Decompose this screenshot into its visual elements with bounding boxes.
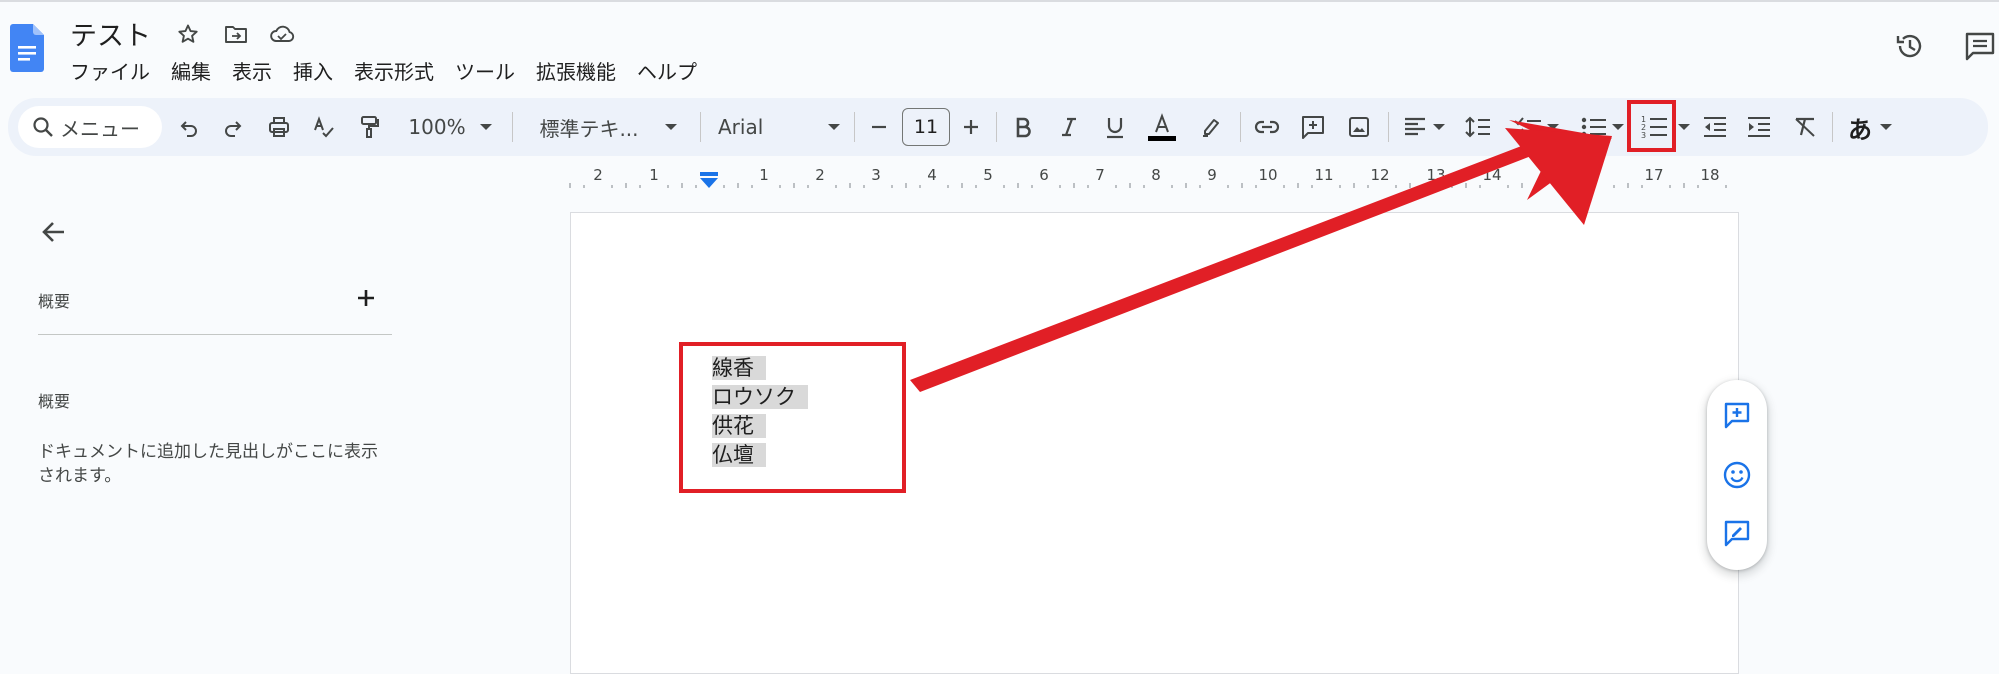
menu-file[interactable]: ファイル — [70, 56, 161, 85]
toolbar-divider — [854, 112, 855, 142]
outline-summary-heading: 概要 — [38, 292, 71, 311]
indent-marker-icon[interactable] — [699, 172, 719, 190]
line-spacing-icon[interactable] — [1460, 108, 1496, 146]
ruler-ticks — [569, 183, 1727, 188]
cloud-saved-icon[interactable] — [268, 20, 296, 48]
toolbar-divider — [1832, 112, 1833, 142]
panel-divider — [38, 334, 392, 335]
toolbar-divider — [700, 112, 701, 142]
input-tools-select[interactable]: あ — [1842, 108, 1898, 146]
italic-icon[interactable] — [1052, 108, 1086, 146]
menu-extensions[interactable]: 拡張機能 — [536, 56, 627, 85]
checklist-icon — [1514, 117, 1541, 137]
star-icon[interactable] — [174, 20, 202, 48]
insert-image-icon[interactable] — [1342, 108, 1376, 146]
input-mode-value: あ — [1848, 115, 1872, 144]
chevron-down-icon — [1547, 124, 1559, 130]
chevron-down-icon — [828, 124, 840, 130]
chevron-down-icon — [1678, 124, 1690, 130]
version-history-icon[interactable] — [1892, 28, 1928, 64]
chevron-down-icon — [1433, 124, 1445, 130]
search-menus-input[interactable]: メニュー — [18, 106, 162, 148]
spellcheck-icon[interactable] — [306, 108, 340, 146]
font-size-input[interactable]: 11 — [902, 108, 950, 146]
menu-bar: ファイル 編集 表示 挿入 表示形式 ツール 拡張機能 ヘルプ — [70, 56, 718, 85]
add-comment-fab-icon[interactable] — [1720, 398, 1754, 432]
outline-help-text: ドキュメントに追加した見出しがここに表示されます。 — [38, 442, 378, 486]
align-left-icon — [1405, 117, 1425, 136]
add-summary-button[interactable] — [352, 284, 380, 312]
font-value: Arial — [718, 115, 764, 139]
checklist-select[interactable] — [1508, 108, 1564, 146]
chevron-down-icon — [1612, 124, 1624, 130]
menu-insert[interactable]: 挿入 — [293, 56, 344, 85]
bulleted-list-select[interactable] — [1574, 108, 1630, 146]
zoom-value: 100% — [408, 115, 466, 139]
increase-font-size-icon[interactable] — [956, 108, 986, 146]
bulleted-list-icon — [1581, 117, 1606, 137]
zoom-select[interactable]: 100% — [402, 108, 498, 146]
decrease-font-size-icon[interactable] — [864, 108, 894, 146]
window-top-border — [0, 0, 1999, 2]
chevron-down-icon — [1880, 124, 1892, 130]
back-arrow-icon — [42, 222, 64, 242]
insert-link-icon[interactable] — [1250, 108, 1284, 146]
menu-view[interactable]: 表示 — [232, 56, 283, 85]
menu-help[interactable]: ヘルプ — [637, 56, 708, 85]
toolbar-divider — [1240, 112, 1241, 142]
clear-formatting-icon[interactable] — [1788, 108, 1822, 146]
text-color-icon[interactable] — [1144, 108, 1180, 146]
emoji-reaction-icon[interactable] — [1720, 458, 1754, 492]
toolbar-divider — [512, 112, 513, 142]
chevron-down-icon — [664, 124, 677, 130]
bold-icon[interactable] — [1006, 108, 1040, 146]
highlight-color-icon[interactable] — [1194, 108, 1228, 146]
suggest-edits-icon[interactable] — [1720, 516, 1754, 550]
search-label: メニュー — [60, 116, 140, 141]
print-icon[interactable] — [262, 108, 296, 146]
redo-icon[interactable] — [216, 108, 250, 146]
undo-icon[interactable] — [172, 108, 206, 146]
decrease-indent-icon[interactable] — [1698, 108, 1732, 146]
numbered-list-options[interactable] — [1676, 108, 1692, 146]
docs-logo-icon[interactable] — [10, 24, 44, 72]
outline-section-heading: 概要 — [38, 392, 71, 411]
align-select[interactable] — [1398, 108, 1450, 146]
menu-format[interactable]: 表示形式 — [354, 56, 445, 85]
close-outline-button[interactable] — [36, 214, 72, 250]
paragraph-style-select[interactable]: 標準テキ... — [530, 108, 686, 146]
menu-edit[interactable]: 編集 — [171, 56, 222, 85]
font-select[interactable]: Arial — [718, 108, 840, 146]
comments-icon[interactable] — [1962, 28, 1998, 64]
menu-tools[interactable]: ツール — [455, 56, 526, 85]
annotation-box-numbered-list — [1627, 100, 1676, 152]
document-title[interactable]: テスト — [70, 14, 151, 53]
plus-icon — [358, 290, 374, 306]
increase-indent-icon[interactable] — [1742, 108, 1776, 146]
add-comment-icon[interactable] — [1296, 108, 1330, 146]
search-icon — [33, 117, 53, 137]
toolbar-divider — [1388, 112, 1389, 142]
paint-format-icon[interactable] — [352, 108, 386, 146]
toolbar-divider — [996, 112, 997, 142]
underline-icon[interactable] — [1098, 108, 1132, 146]
horizontal-ruler[interactable]: 2 1 1 2 3 4 5 6 7 8 9 10 11 12 13 14 17 … — [568, 166, 1738, 190]
annotation-box-text — [679, 342, 906, 493]
move-folder-icon[interactable] — [222, 20, 250, 48]
chevron-down-icon — [479, 124, 492, 130]
paragraph-style-value: 標準テキ... — [539, 116, 639, 141]
